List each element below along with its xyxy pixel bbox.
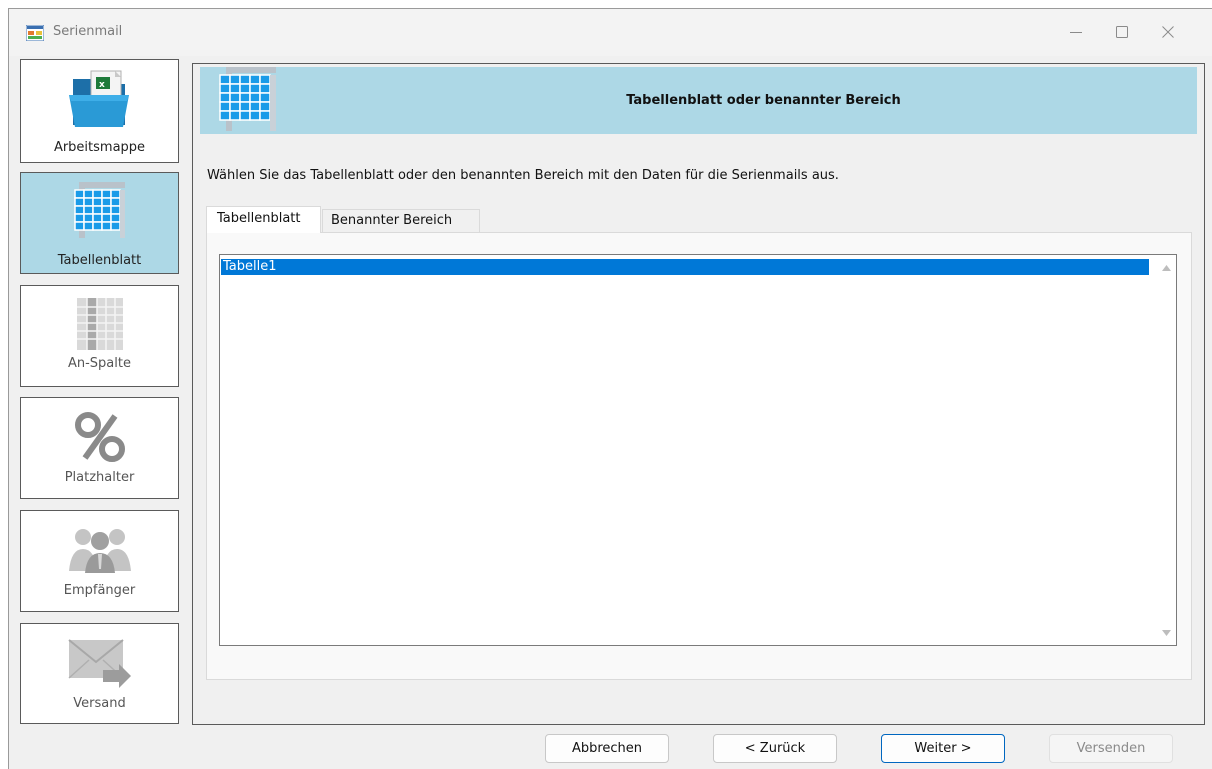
vertical-scrollbar[interactable] xyxy=(1158,256,1175,644)
instruction-text: Wählen Sie das Tabellenblatt oder den be… xyxy=(207,168,839,183)
serienmail-window: Serienmail x Arbeitsmappe Tabellenblatt … xyxy=(8,8,1212,769)
worksheet-listbox[interactable]: Tabelle1 xyxy=(219,254,1177,646)
step-label: Arbeitsmappe xyxy=(53,140,146,155)
title-bar[interactable]: Serienmail xyxy=(9,9,1212,56)
cancel-button[interactable]: Abbrechen xyxy=(545,734,669,763)
minimize-button[interactable] xyxy=(1052,9,1098,56)
close-button[interactable] xyxy=(1144,9,1190,56)
step-versand[interactable]: Versand xyxy=(20,623,179,724)
tab-panel: Tabelle1 xyxy=(206,232,1192,680)
scroll-up-icon[interactable] xyxy=(1162,265,1171,271)
list-item-selected[interactable]: Tabelle1 xyxy=(221,259,1149,275)
page-title: Tabellenblatt oder benannter Bereich xyxy=(626,93,901,108)
step-label: Tabellenblatt xyxy=(57,253,142,268)
app-form-icon xyxy=(25,24,45,42)
column-grid-icon xyxy=(73,296,127,358)
percent-icon xyxy=(73,412,127,466)
step-label: Platzhalter xyxy=(64,470,135,485)
content-panel: Tabellenblatt oder benannter Bereich Wäh… xyxy=(192,63,1205,725)
svg-text:x: x xyxy=(99,80,105,90)
worksheet-grid-icon xyxy=(69,180,131,246)
send-button[interactable]: Versenden xyxy=(1049,734,1173,763)
step-label: An-Spalte xyxy=(67,356,131,371)
step-label: Empfänger xyxy=(63,583,136,598)
back-button[interactable]: < Zurück xyxy=(713,734,837,763)
window-title: Serienmail xyxy=(53,24,123,39)
maximize-icon xyxy=(1116,26,1128,38)
workbook-folder-icon: x xyxy=(67,69,133,135)
step-an-spalte[interactable]: An-Spalte xyxy=(20,285,179,387)
maximize-button[interactable] xyxy=(1098,9,1144,56)
step-label: Versand xyxy=(73,696,126,711)
minimize-icon xyxy=(1070,32,1082,33)
next-button[interactable]: Weiter > xyxy=(881,734,1005,763)
people-icon xyxy=(65,525,135,579)
step-tabellenblatt[interactable]: Tabellenblatt xyxy=(20,172,179,274)
header-banner: Tabellenblatt oder benannter Bereich xyxy=(200,67,1197,134)
step-arbeitsmappe[interactable]: x Arbeitsmappe xyxy=(20,59,179,163)
tab-tabellenblatt[interactable]: Tabellenblatt xyxy=(206,206,321,233)
scroll-down-icon[interactable] xyxy=(1162,630,1171,636)
close-icon xyxy=(1162,26,1174,38)
step-empfaenger[interactable]: Empfänger xyxy=(20,510,179,612)
tab-benannter-bereich[interactable]: Benannter Bereich xyxy=(322,209,480,234)
step-platzhalter[interactable]: Platzhalter xyxy=(20,397,179,499)
send-mail-icon xyxy=(67,636,133,696)
